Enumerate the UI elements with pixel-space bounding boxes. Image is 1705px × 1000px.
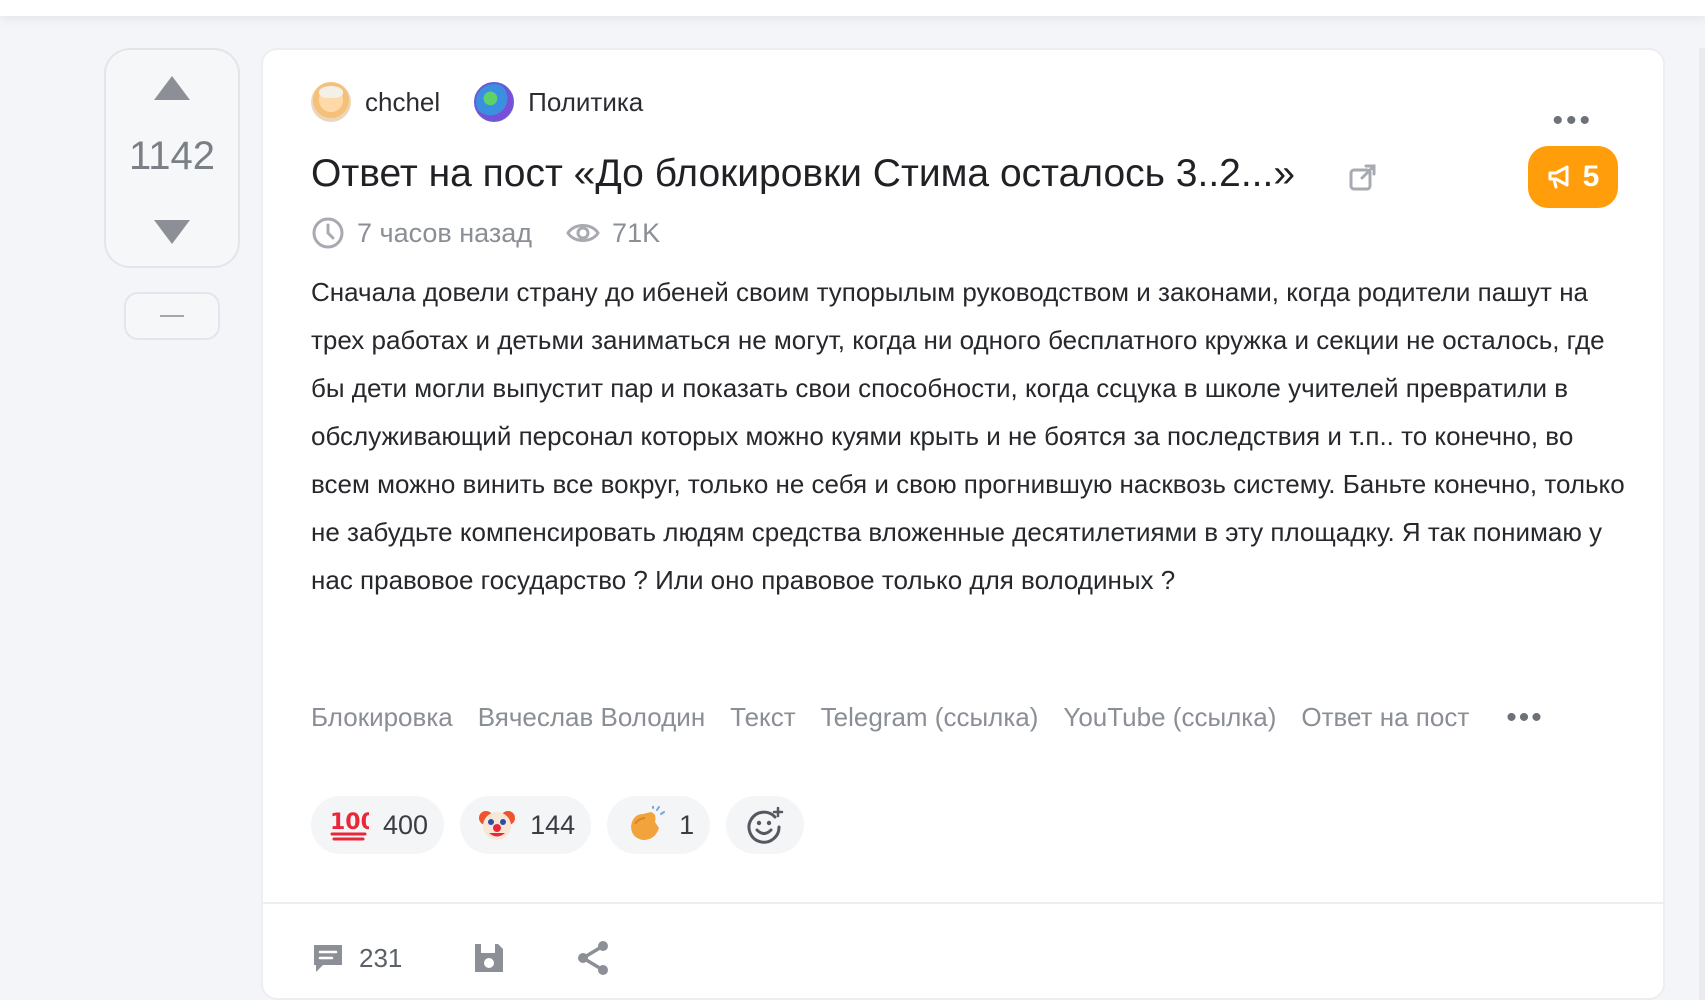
svg-text:100: 100 [330,810,369,835]
share-icon [578,941,609,975]
scrollbar-track[interactable] [1699,48,1705,1000]
clown-face-icon [478,806,516,844]
external-link-icon[interactable] [1348,162,1378,192]
hundred-points-icon: 100 [329,807,369,843]
views-count: 71K [612,217,661,248]
post-stats: 7 часов назад 71K [311,216,660,250]
tag-item[interactable]: Текст [730,702,795,733]
hide-post-button[interactable] [124,292,220,340]
post-meta: chchel Политика [311,80,643,124]
eye-icon [566,224,600,242]
comment-icon [314,945,342,972]
megaphone-icon [1548,165,1569,189]
post-card: chchel Политика ••• Ответ на пост «До бл… [261,48,1665,1000]
add-emoji-icon [747,806,784,844]
community-globe-icon[interactable] [474,82,515,122]
more-tags-icon[interactable]: ••• [1506,702,1544,733]
reaction-clap[interactable]: 1 [607,796,711,854]
more-options-icon[interactable]: ••• [1552,106,1593,136]
post-title[interactable]: Ответ на пост «До блокировки Стима остал… [311,152,1295,196]
reaction-count: 1 [679,809,695,840]
post-time: 7 часов назад [357,217,533,248]
upvote-arrow-icon[interactable] [154,76,190,100]
card-divider [263,902,1663,904]
tag-item[interactable]: Блокировка [311,702,453,733]
reaction-hundred[interactable]: 100 400 [311,796,445,854]
tags-row: Блокировка Вячеслав Володин Текст Telegr… [311,702,1544,733]
comments-button[interactable]: 231 [311,941,402,975]
comments-count: 231 [359,942,403,973]
post-body: Сначала довели страну до ибеней своим ту… [311,277,1625,595]
save-icon [475,944,504,972]
clapping-hands-icon [625,806,666,844]
vote-panel: 1142 [104,48,240,268]
reaction-count: 144 [530,809,576,840]
downvote-arrow-icon[interactable] [154,220,190,244]
top-bar [0,0,1705,16]
tag-item[interactable]: Вячеслав Володин [478,702,705,733]
add-reaction-button[interactable] [726,796,805,854]
promo-badge-count: 5 [1582,160,1600,193]
save-button[interactable] [472,941,506,975]
tag-item[interactable]: Ответ на пост [1301,702,1469,733]
reaction-count: 400 [383,809,429,840]
community-name[interactable]: Политика [528,87,643,118]
author-avatar[interactable] [311,82,351,122]
author-name[interactable]: chchel [365,87,440,118]
promo-badge[interactable]: 5 [1528,146,1618,208]
clock-icon [312,217,344,249]
minus-icon [160,315,184,317]
tag-item[interactable]: YouTube (ссылка) [1063,702,1276,733]
vote-count: 1142 [128,134,215,178]
post-actions: 231 [311,940,610,976]
tag-item[interactable]: Telegram (ссылка) [821,702,1039,733]
reaction-clown[interactable]: 144 [460,796,592,854]
reactions-row: 100 400 144 1 [311,796,805,854]
share-button[interactable] [576,940,610,976]
